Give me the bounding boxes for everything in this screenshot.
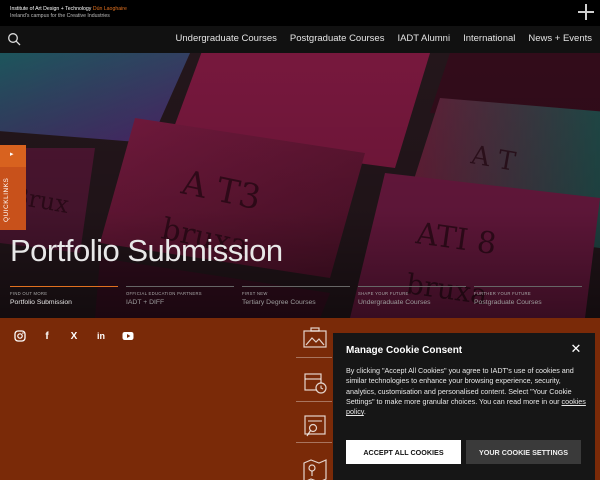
hero-overlay (0, 53, 600, 318)
nav-international[interactable]: International (463, 33, 515, 44)
nav-undergraduate-courses[interactable]: Undergraduate Courses (176, 33, 277, 44)
hero-link-rule (126, 286, 234, 287)
x-icon[interactable]: X (68, 330, 80, 342)
nav-iadt-alumni[interactable]: IADT Alumni (397, 33, 450, 44)
hero-link-kicker: FIRST NEW (242, 291, 268, 296)
brand-tagline: Ireland's campus for the Creative Indust… (10, 12, 110, 19)
top-bar: Institute of Art Design + Technology Dún… (0, 0, 600, 26)
side-icon-list (302, 325, 332, 480)
cookie-consent-dialog: Manage Cookie Consent ✕ By clicking "Acc… (333, 333, 595, 480)
hero-link-undergraduate[interactable]: SHAPE YOUR FUTURE Undergraduate Courses (358, 286, 474, 306)
quicklinks-label: QUICKLINKS (3, 177, 10, 222)
hero-link-strip: FIND OUT MORE Portfolio Submission OFFIC… (10, 286, 590, 306)
gallery-icon[interactable] (302, 325, 328, 351)
map-pin-icon[interactable] (302, 457, 328, 480)
search-document-icon[interactable] (302, 413, 328, 439)
hero-link-rule (358, 286, 466, 287)
brand-location: Dún Laoghaire (92, 6, 127, 12)
menu-plus-icon[interactable] (578, 4, 594, 20)
instagram-icon[interactable] (14, 330, 26, 342)
main-nav-bar: Undergraduate Courses Postgraduate Cours… (0, 26, 600, 53)
cookie-body-text: By clicking "Accept All Cookies" you agr… (346, 366, 574, 406)
brand-name: Institute of Art Design + Technology (10, 6, 92, 12)
hero-link-kicker: FURTHER YOUR FUTURE (474, 291, 531, 296)
hero-link-rule (474, 286, 582, 287)
hero-banner: A T3 bruxa ATI 8 bruxa A T Brux (0, 53, 600, 318)
page-title: Portfolio Submission (10, 233, 283, 268)
site-logo[interactable]: Institute of Art Design + Technology Dún… (10, 6, 127, 19)
hero-link-rule (242, 286, 350, 287)
hero-link-label: Postgraduate Courses (474, 299, 542, 306)
nav-news-events[interactable]: News + Events (528, 33, 592, 44)
nav-postgraduate-courses[interactable]: Postgraduate Courses (290, 33, 385, 44)
facebook-icon[interactable]: f (41, 330, 53, 342)
social-links: f X in (14, 330, 134, 342)
quicklinks-toggle[interactable]: ▸ (0, 145, 26, 167)
cookie-settings-button[interactable]: YOUR COOKIE SETTINGS (466, 440, 581, 464)
linkedin-icon[interactable]: in (95, 330, 107, 342)
main-nav: Undergraduate Courses Postgraduate Cours… (163, 33, 592, 44)
calendar-clock-icon[interactable] (302, 369, 328, 395)
cookie-dialog-body: By clicking "Accept All Cookies" you agr… (346, 366, 586, 417)
accept-all-cookies-button[interactable]: ACCEPT ALL COOKIES (346, 440, 461, 464)
search-icon[interactable] (7, 32, 21, 46)
hero-link-kicker: SHAPE YOUR FUTURE (358, 291, 409, 296)
hero-link-label: Tertiary Degree Courses (242, 299, 316, 306)
hero-link-postgraduate[interactable]: FURTHER YOUR FUTURE Postgraduate Courses (474, 286, 590, 306)
hero-link-label: IADT + DIFF (126, 299, 165, 306)
hero-link-portfolio[interactable]: FIND OUT MORE Portfolio Submission (10, 286, 126, 306)
cookie-dialog-title: Manage Cookie Consent (346, 345, 463, 356)
hero-link-kicker: FIND OUT MORE (10, 291, 48, 296)
hero-link-label: Undergraduate Courses (358, 299, 431, 306)
hero-link-tertiary[interactable]: FIRST NEW Tertiary Degree Courses (242, 286, 358, 306)
arrow-right-icon: ▸ (10, 151, 14, 158)
youtube-icon[interactable] (122, 330, 134, 342)
cookie-body-end: . (363, 407, 366, 417)
close-icon[interactable]: ✕ (570, 342, 582, 355)
hero-link-rule (10, 286, 118, 287)
hero-link-label: Portfolio Submission (10, 299, 72, 306)
hero-link-kicker: OFFICIAL EDUCATION PARTNERS (126, 291, 202, 296)
hero-link-iadt-diff[interactable]: OFFICIAL EDUCATION PARTNERS IADT + DIFF (126, 286, 242, 306)
